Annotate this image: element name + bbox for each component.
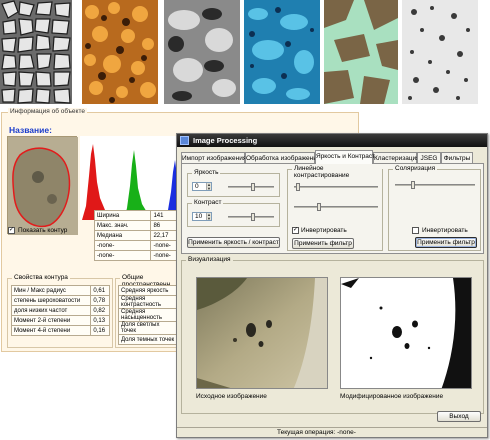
- status-bar: Текущая операция: -none-: [177, 427, 487, 437]
- spatial-label: Доля темных точек: [118, 334, 178, 345]
- contour-value: 0,13: [90, 315, 110, 326]
- spin-arrows-icon[interactable]: ▲ ▼: [206, 183, 211, 190]
- show-contour-checkbox[interactable]: ✓: [8, 227, 15, 234]
- image-processing-window: Image Processing Импорт изображения Обра…: [176, 133, 488, 438]
- contour-properties-table: Мин / Макс радиус 0,61 степень шероховато…: [10, 285, 110, 336]
- spatial-row: Средняя контрастность: [118, 295, 178, 309]
- stat-row: -none- -none-: [93, 240, 186, 251]
- micrograph-grains-gray: [0, 0, 72, 104]
- object-thumbnail: [7, 136, 78, 235]
- linear-contrast-group: Линейное контрастирование ✓ Инвертироват…: [287, 165, 383, 251]
- window-title: Image Processing: [193, 136, 258, 145]
- spatial-label: Средняя насыщенность: [118, 308, 178, 322]
- object-stats-table: Ширина 141 Макс. знач. 86 Медиана 22,17 -no…: [93, 210, 186, 261]
- contour-properties-group: Свойства контура Мин / Макс радиус 0,61 с…: [7, 274, 113, 348]
- source-image-caption: Исходное изображение: [196, 393, 267, 400]
- solarization-slider-track[interactable]: [395, 184, 475, 186]
- source-image: [196, 277, 328, 389]
- contour-value: 0,16: [90, 325, 110, 336]
- brightness-title: Яркость: [192, 169, 221, 176]
- brightness-contrast-panel: Яркость 0 ▲ ▼ Контраст 10 ▲ ▼ Применить яр…: [181, 163, 484, 254]
- status-text: Текущая операция: -none-: [277, 429, 356, 436]
- spatial-row: Средняя насыщенность: [118, 308, 178, 322]
- solarization-slider-thumb[interactable]: [410, 181, 415, 189]
- contour-row: доля низких частот 0,82: [10, 305, 110, 316]
- linear-apply-filter-button[interactable]: Применить фильтр: [292, 238, 354, 249]
- window-titlebar[interactable]: Image Processing: [177, 134, 487, 147]
- contour-label: доля низких частот: [10, 305, 92, 316]
- linear-invert-checkbox[interactable]: ✓: [292, 227, 299, 234]
- contour-label: Момент 2-й степени: [10, 315, 92, 326]
- show-contour-label: Показать контур: [18, 227, 68, 234]
- contour-value: 0,82: [90, 305, 110, 316]
- stat-row: Ширина 141: [93, 210, 186, 221]
- contrast-value: 10: [195, 213, 203, 220]
- spatial-row: Доля светлых точек: [118, 321, 178, 335]
- contrast-spinbox[interactable]: 10 ▲ ▼: [192, 212, 212, 221]
- contour-row: Момент 4-й степени 0,16: [10, 325, 110, 336]
- stat-row: -none- -none-: [93, 250, 186, 261]
- solarization-invert-label: Инвертировать: [422, 227, 468, 234]
- exit-button[interactable]: Выход: [437, 411, 481, 422]
- linear-invert-label: Инвертировать: [301, 227, 347, 234]
- stat-label: -none-: [93, 240, 152, 251]
- contour-value: 0,78: [90, 295, 110, 306]
- linear-contrast-title: Линейное контрастирование: [292, 165, 382, 179]
- spatial-row: Средняя яркость: [118, 285, 178, 296]
- contrast-group: Контраст 10 ▲ ▼: [187, 199, 280, 227]
- contrast-title: Контраст: [192, 199, 224, 206]
- micrograph-gray-texture: [164, 0, 240, 104]
- stat-row: Макс. знач. 86: [93, 220, 186, 231]
- contour-value: 0,61: [90, 285, 110, 296]
- object-info-legend: Информация об объекте: [8, 108, 87, 115]
- contrast-slider-thumb[interactable]: [251, 213, 256, 221]
- solarization-invert-checkbox[interactable]: [412, 227, 419, 234]
- stat-label: Ширина: [93, 210, 152, 221]
- object-name-label: Название:: [9, 125, 52, 135]
- visualization-group: Визуализация Исходное изображение Модифи…: [181, 256, 484, 414]
- spatial-label: Средняя контрастность: [118, 295, 178, 309]
- brightness-value: 0: [195, 183, 199, 190]
- apply-brightness-contrast-button[interactable]: Применить яркость / контраст: [187, 237, 280, 248]
- modified-image-caption: Модифицированное изображение: [340, 393, 444, 400]
- spatial-properties-table: Средняя яркость Средняя контрастность Ср…: [118, 285, 178, 345]
- contour-label: Мин / Макс радиус: [10, 285, 92, 296]
- linear-slider-2-track[interactable]: [294, 206, 378, 208]
- micrograph-strip: [0, 0, 490, 104]
- modified-image: [340, 277, 472, 389]
- visualization-title: Визуализация: [186, 256, 233, 263]
- brightness-slider-thumb[interactable]: [251, 183, 256, 191]
- stat-row: Медиана 22,17: [93, 230, 186, 241]
- stat-label: Макс. знач.: [93, 220, 152, 231]
- contour-row: Момент 2-й степени 0,13: [10, 315, 110, 326]
- brightness-spinbox[interactable]: 0 ▲ ▼: [192, 182, 212, 191]
- stat-label: Медиана: [93, 230, 152, 241]
- spin-arrows-icon[interactable]: ▲ ▼: [206, 213, 211, 220]
- solarization-title: Соляризация: [393, 165, 438, 172]
- stat-label: -none-: [93, 250, 152, 261]
- solarization-apply-filter-button[interactable]: Применить фильтр: [415, 237, 477, 248]
- tab-brightness-contrast[interactable]: Яркость и Контраст: [315, 150, 375, 164]
- spatial-label: Средняя яркость: [118, 285, 178, 296]
- contour-label: степень шероховатости: [10, 295, 92, 306]
- brightness-group: Яркость 0 ▲ ▼: [187, 169, 280, 197]
- solarization-group: Соляризация Инвертировать Применить филь…: [388, 165, 481, 251]
- spatial-label: Доля светлых точек: [118, 321, 178, 335]
- linear-slider-1-track[interactable]: [294, 186, 378, 188]
- contour-label: Момент 4-й степени: [10, 325, 92, 336]
- micrograph-blue: [244, 0, 320, 104]
- micrograph-light-porosity: [402, 0, 478, 104]
- linear-slider-2-thumb[interactable]: [317, 203, 322, 211]
- micrograph-copper: [82, 0, 158, 104]
- contour-row: степень шероховатости 0,78: [10, 295, 110, 306]
- contour-properties-title: Свойства контура: [12, 274, 70, 281]
- micrograph-green-pearlite: [324, 0, 398, 104]
- app-icon: [180, 136, 189, 145]
- contour-row: Мин / Макс радиус 0,61: [10, 285, 110, 296]
- spatial-row: Доля темных точек: [118, 334, 178, 345]
- spatial-properties-group: Общие пространственн Средняя яркость Сре…: [115, 274, 178, 348]
- linear-slider-1-thumb[interactable]: [296, 183, 301, 191]
